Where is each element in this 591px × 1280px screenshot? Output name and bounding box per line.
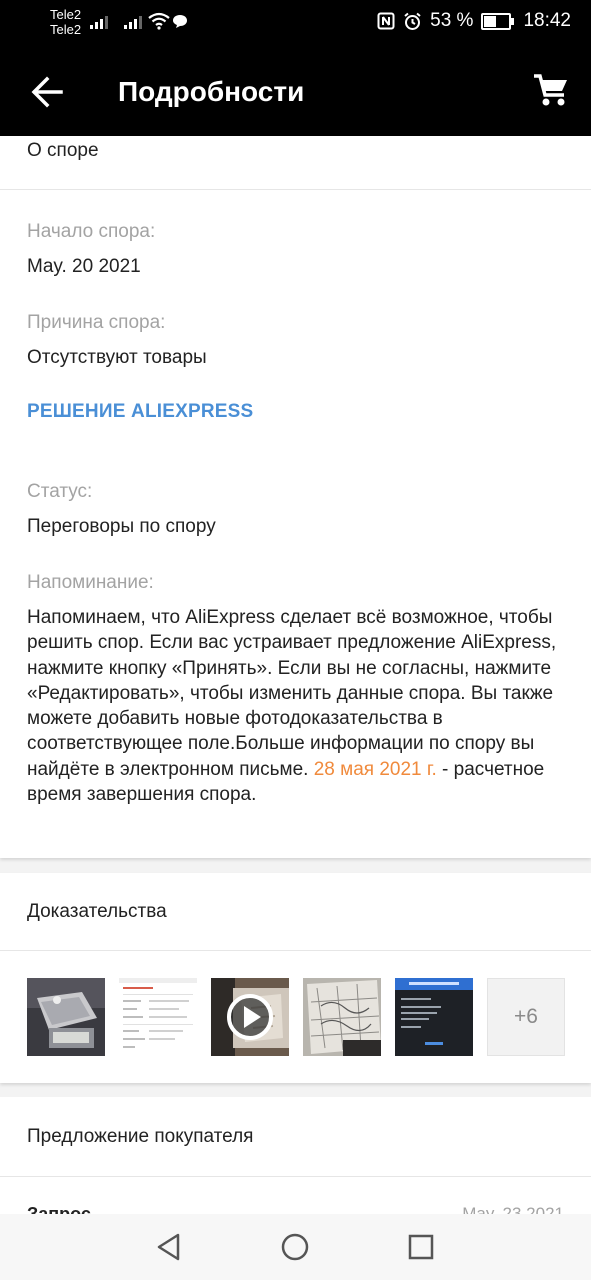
more-evidence-button[interactable]: +6 bbox=[487, 978, 565, 1056]
divider bbox=[0, 189, 591, 190]
play-icon bbox=[227, 994, 273, 1040]
reminder-text: Напоминаем, что AliExpress сделает всё в… bbox=[27, 605, 572, 807]
cart-button[interactable] bbox=[531, 70, 571, 110]
evidence-photo-3[interactable] bbox=[303, 978, 381, 1056]
reminder-label: Напоминание: bbox=[27, 572, 154, 593]
nfc-icon bbox=[377, 12, 395, 30]
cart-icon bbox=[534, 74, 567, 106]
dispute-reason-value: Отсутствуют товары bbox=[27, 347, 207, 368]
carrier-names: Tele2 Tele2 bbox=[50, 7, 81, 37]
dispute-start-value: May. 20 2021 bbox=[27, 256, 141, 277]
battery-icon bbox=[481, 12, 515, 30]
arrow-left-icon bbox=[31, 76, 63, 108]
evidence-photo-1[interactable] bbox=[27, 978, 105, 1056]
divider bbox=[0, 1176, 591, 1177]
signal-1-icon bbox=[90, 13, 108, 29]
triangle-back-icon bbox=[157, 1233, 180, 1261]
evidence-screenshot[interactable] bbox=[395, 978, 473, 1056]
evidence-section-title: Доказательства bbox=[27, 901, 167, 922]
page-title: Подробности bbox=[118, 76, 305, 107]
dispute-status-label: Статус: bbox=[27, 481, 93, 502]
system-nav-bar bbox=[0, 1214, 591, 1280]
dispute-start-label: Начало спора: bbox=[27, 221, 156, 242]
clock: 18:42 bbox=[523, 10, 571, 31]
evidence-photo-2[interactable] bbox=[119, 978, 197, 1056]
evidence-thumbnails: +6 bbox=[27, 978, 565, 1056]
nav-recents-button[interactable] bbox=[404, 1230, 438, 1264]
carrier-2: Tele2 bbox=[50, 22, 82, 37]
evidence-card: Доказательства +6 bbox=[0, 873, 591, 1083]
nav-home-button[interactable] bbox=[278, 1230, 312, 1264]
divider bbox=[0, 950, 591, 951]
battery-percent: 53 % bbox=[430, 10, 474, 31]
square-recents-icon bbox=[408, 1234, 434, 1260]
carrier-1: Tele2 bbox=[50, 7, 82, 22]
nav-back-button[interactable] bbox=[152, 1230, 186, 1264]
message-icon bbox=[173, 15, 187, 28]
status-bar: Tele2 Tele2 53 % 18:42 bbox=[0, 0, 591, 46]
reminder-body: Напоминаем, что AliExpress сделает всё в… bbox=[27, 607, 557, 780]
evidence-video[interactable] bbox=[211, 978, 289, 1056]
dispute-section-title: О споре bbox=[27, 140, 99, 161]
app-bar: Подробности bbox=[0, 46, 591, 136]
signal-2-icon bbox=[124, 13, 142, 29]
buyer-offer-section-title: Предложение покупателя bbox=[27, 1126, 254, 1147]
dispute-status-value: Переговоры по спору bbox=[27, 516, 216, 537]
dispute-card: О споре Начало спора: May. 20 2021 Причи… bbox=[0, 136, 591, 858]
aliexpress-resolution-link[interactable]: РЕШЕНИЕ ALIEXPRESS bbox=[27, 401, 253, 423]
dispute-reason-label: Причина спора: bbox=[27, 312, 166, 333]
alarm-icon bbox=[404, 12, 421, 30]
back-button[interactable] bbox=[28, 72, 68, 112]
circle-home-icon bbox=[281, 1233, 309, 1261]
reminder-deadline: 28 мая 2021 г. bbox=[313, 758, 437, 780]
status-right: 53 % 18:42 bbox=[377, 10, 571, 32]
wifi-icon bbox=[148, 12, 170, 30]
